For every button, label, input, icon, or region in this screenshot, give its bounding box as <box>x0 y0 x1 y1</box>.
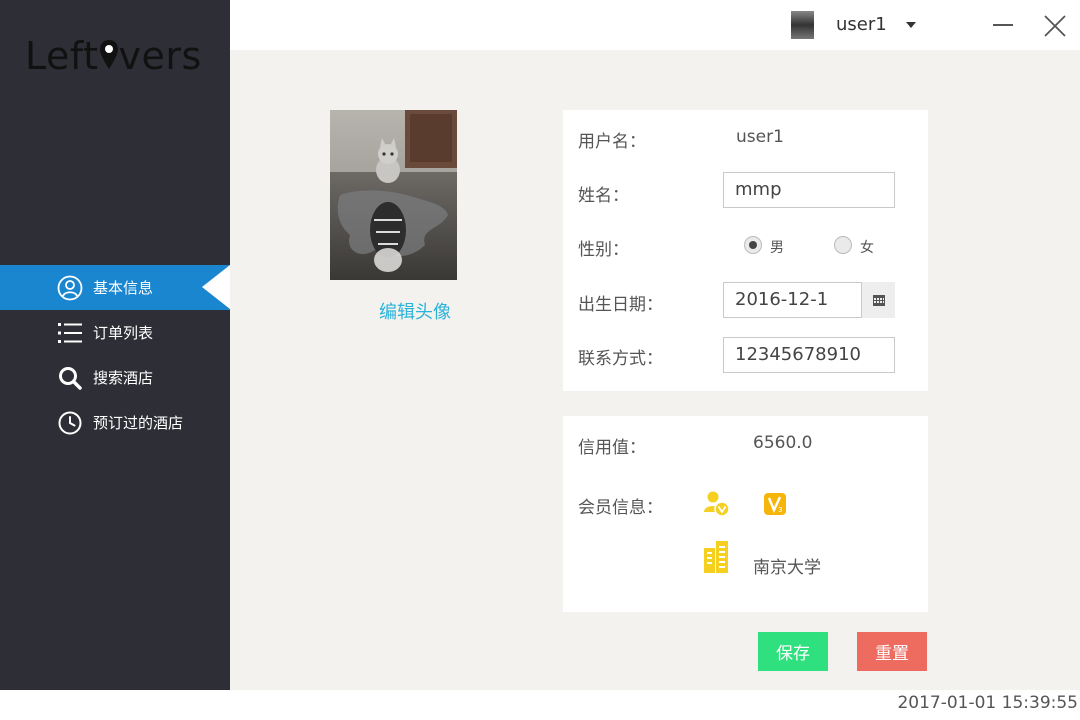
profile-form-card: 用户名： user1 姓名： mmp 性别： 男 女 出生日期： 2016-12… <box>563 110 928 391</box>
main-panel: 编辑头像 用户名： user1 姓名： mmp 性别： 男 女 出生日期： 20… <box>230 50 1080 690</box>
member-info-card: 信用值： 6560.0 会员信息： 3 南京大学 <box>563 416 928 612</box>
sidebar-item-label: 基本信息 <box>93 279 154 297</box>
contact-label: 联系方式： <box>578 349 663 369</box>
school-name: 南京大学 <box>753 558 821 578</box>
building-icon <box>701 540 731 578</box>
close-button[interactable] <box>1043 14 1067 38</box>
name-label: 姓名： <box>578 186 629 206</box>
username-display[interactable]: user1 <box>836 14 887 35</box>
minimize-button[interactable] <box>993 24 1013 26</box>
close-icon <box>1044 15 1066 37</box>
sidebar-item-label: 预订过的酒店 <box>93 414 184 432</box>
calendar-button[interactable] <box>861 282 895 318</box>
gender-male-radio[interactable] <box>744 236 762 254</box>
credit-value: 6560.0 <box>753 433 813 453</box>
gender-female-radio[interactable] <box>834 236 852 254</box>
member-label: 会员信息： <box>578 498 663 518</box>
user-circle-icon <box>57 275 83 301</box>
gender-male-label: 男 <box>770 240 784 256</box>
sidebar-item-order-list[interactable]: 订单列表 <box>0 310 230 355</box>
vip-level-badge-icon: 3 <box>763 492 787 520</box>
app-logo: Left vers <box>25 34 202 78</box>
contact-input[interactable]: 12345678910 <box>723 337 895 373</box>
caret-down-icon[interactable] <box>906 22 916 28</box>
svg-text:3: 3 <box>778 506 782 514</box>
vip-user-icon <box>703 490 731 522</box>
top-bar: user1 <box>230 0 1080 50</box>
credit-label: 信用值： <box>578 438 646 458</box>
sidebar-item-search-hotel[interactable]: 搜索酒店 <box>0 355 230 400</box>
status-datetime: 2017-01-01 15:39:55 <box>897 693 1078 713</box>
birthday-label: 出生日期： <box>578 295 663 315</box>
sidebar-item-label: 搜索酒店 <box>93 369 154 387</box>
list-icon <box>57 320 83 346</box>
avatar[interactable] <box>791 11 814 39</box>
edit-avatar-link[interactable]: 编辑头像 <box>379 298 451 324</box>
username-label: 用户名： <box>578 132 646 152</box>
reset-button[interactable]: 重置 <box>857 632 927 671</box>
map-pin-icon <box>99 36 119 69</box>
calendar-icon <box>872 294 885 306</box>
sidebar-item-booked-hotels[interactable]: 预订过的酒店 <box>0 400 230 445</box>
sidebar-nav: 基本信息 订单列表 搜索酒店 预订过的酒店 <box>0 265 230 445</box>
save-button[interactable]: 保存 <box>758 632 828 671</box>
name-input[interactable]: mmp <box>723 172 895 208</box>
sidebar: Left vers 基本信息 订单列表 搜索酒店 预订过的酒店 <box>0 0 230 690</box>
gender-female-label: 女 <box>860 240 874 256</box>
gender-label: 性别： <box>578 240 629 260</box>
username-value: user1 <box>736 127 784 147</box>
search-icon <box>57 365 83 391</box>
sidebar-item-basic-info[interactable]: 基本信息 <box>0 265 230 310</box>
profile-avatar <box>330 110 457 280</box>
sidebar-item-label: 订单列表 <box>93 324 154 342</box>
clock-icon <box>57 410 83 436</box>
